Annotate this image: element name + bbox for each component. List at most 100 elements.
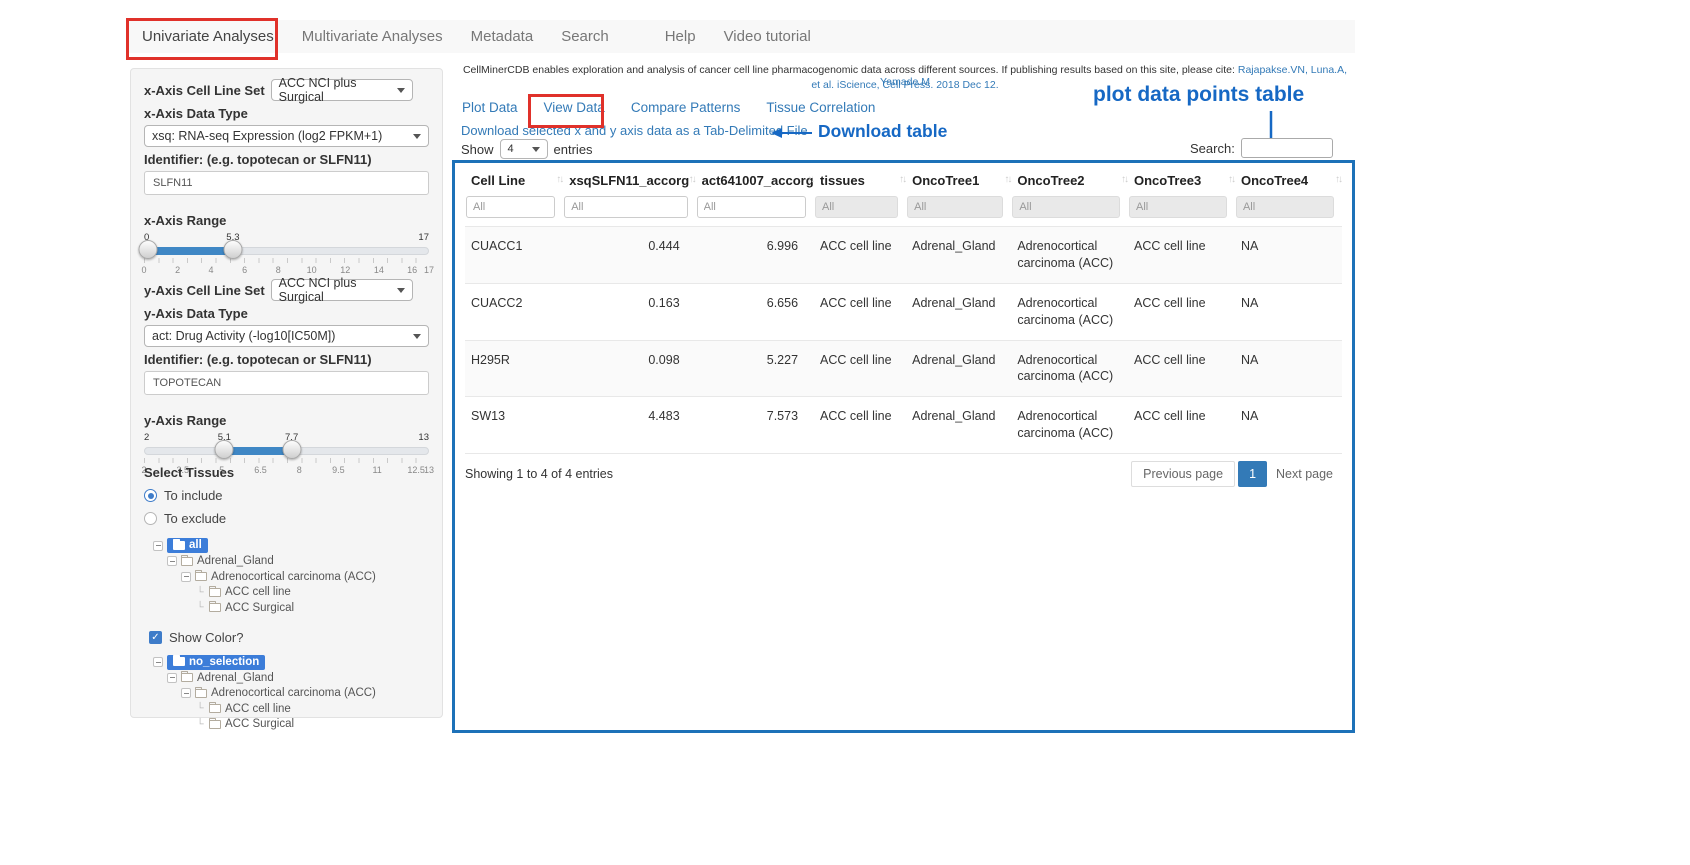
x-data-type-label: x-Axis Data Type <box>144 106 429 121</box>
col-header-tissues[interactable]: tissues↑↓ <box>814 163 906 195</box>
radio-selected-icon <box>144 489 157 502</box>
folder-icon <box>209 603 221 612</box>
y-identifier-input[interactable] <box>144 371 429 395</box>
tree-node-adrenal-gland[interactable]: Adrenal_Gland <box>167 670 429 686</box>
x-axis-section: x-Axis Cell Line Set ACC NCI plus Surgic… <box>144 79 429 284</box>
collapse-icon[interactable] <box>181 572 191 582</box>
folder-icon <box>209 704 221 713</box>
nav-metadata[interactable]: Metadata <box>457 28 548 45</box>
tree-leaf-acc-surgical[interactable]: └ ACC Surgical <box>195 600 429 616</box>
tissues-include-radio[interactable]: To include <box>144 488 429 503</box>
x-identifier-input[interactable] <box>144 171 429 195</box>
act-cell: 7.573 <box>696 397 814 454</box>
tree-node-label: ACC cell line <box>225 703 291 715</box>
chevron-down-icon <box>532 147 540 152</box>
show-color-checkbox[interactable]: Show Color? <box>149 630 429 645</box>
tree-node-all[interactable]: all <box>153 538 429 554</box>
collapse-icon[interactable] <box>153 657 163 667</box>
col-header-cell-line[interactable]: Cell Line↑↓ <box>465 163 563 195</box>
nav-univariate-analyses[interactable]: Univariate Analyses <box>128 28 288 45</box>
col-header-oncotree3[interactable]: OncoTree3↑↓ <box>1128 163 1235 195</box>
collapse-icon[interactable] <box>167 556 177 566</box>
table-row: H295R 0.098 5.227 ACC cell line Adrenal_… <box>465 340 1342 397</box>
x-cell-line-set-value: ACC NCI plus Surgical <box>279 76 391 104</box>
tree-node-label: Adrenocortical carcinoma (ACC) <box>211 571 376 583</box>
tree-node-acc[interactable]: Adrenocortical carcinoma (ACC) <box>181 686 429 702</box>
tick-label: 17 <box>424 265 434 275</box>
tick-label: 14 <box>374 265 384 275</box>
collapse-icon[interactable] <box>153 541 163 551</box>
folder-icon <box>173 541 185 550</box>
oncotree1-cell: Adrenal_Gland <box>906 283 1011 340</box>
tab-tissue-correlation[interactable]: Tissue Correlation <box>766 100 875 115</box>
y-slider-handle-to[interactable] <box>282 440 301 459</box>
page-length-select[interactable]: 4 <box>500 139 548 159</box>
tree-connector-icon: └ <box>195 719 205 730</box>
col-header-act[interactable]: act641007_accorg↑↓ <box>696 163 814 195</box>
tick-label: 6 <box>242 265 247 275</box>
nav-video-tutorial[interactable]: Video tutorial <box>710 28 825 45</box>
tab-plot-data[interactable]: Plot Data <box>462 100 518 115</box>
filter-input-act[interactable] <box>697 196 806 218</box>
y-range-max-value: 13 <box>418 432 429 443</box>
filter-row <box>465 195 1342 227</box>
col-header-oncotree2[interactable]: OncoTree2↑↓ <box>1011 163 1128 195</box>
chevron-down-icon <box>413 334 421 339</box>
col-header-oncotree4[interactable]: OncoTree4↑↓ <box>1235 163 1342 195</box>
cell-line-cell: H295R <box>465 340 563 397</box>
y-slider-handle-from[interactable] <box>215 440 234 459</box>
filter-input-xsq[interactable] <box>564 196 687 218</box>
tick-label: 16 <box>407 265 417 275</box>
pagination: Previous page 1 Next page <box>1131 461 1342 487</box>
page-1-button[interactable]: 1 <box>1238 461 1267 487</box>
y-slider-grid <box>144 458 429 463</box>
tree-leaf-acc-cell-line[interactable]: └ ACC cell line <box>195 585 429 601</box>
nav-help[interactable]: Help <box>651 28 710 45</box>
filter-input-cell-line[interactable] <box>466 196 555 218</box>
filter-input-oncotree1 <box>907 196 1003 218</box>
oncotree2-cell: Adrenocortical carcinoma (ACC) <box>1011 397 1128 454</box>
x-data-type-select[interactable]: xsq: RNA-seq Expression (log2 FPKM+1) <box>144 125 429 147</box>
tree-leaf-acc-cell-line[interactable]: └ ACC cell line <box>195 701 429 717</box>
tissue-tree-color: no_selection Adrenal_Gland Adrenocortica… <box>144 655 429 733</box>
table-search-input[interactable] <box>1241 138 1333 158</box>
filter-input-oncotree3 <box>1129 196 1227 218</box>
x-data-type-value: xsq: RNA-seq Expression (log2 FPKM+1) <box>152 129 382 143</box>
tree-leaf-acc-surgical[interactable]: └ ACC Surgical <box>195 717 429 733</box>
plot-data-points-table-region: Cell Line↑↓ xsqSLFN11_accorg↑↓ act641007… <box>452 160 1355 733</box>
citation-text: CellMinerCDB enables exploration and ana… <box>463 64 1238 76</box>
tree-node-adrenal-gland[interactable]: Adrenal_Gland <box>167 554 429 570</box>
header-row: Cell Line↑↓ xsqSLFN11_accorg↑↓ act641007… <box>465 163 1342 195</box>
xsq-cell: 0.163 <box>563 283 695 340</box>
collapse-icon[interactable] <box>181 688 191 698</box>
y-cell-line-set-select[interactable]: ACC NCI plus Surgical <box>271 279 413 301</box>
download-tab-delimited-link[interactable]: Download selected x and y axis data as a… <box>461 123 808 138</box>
sort-icon: ↑↓ <box>899 174 905 185</box>
col-header-oncotree1[interactable]: OncoTree1↑↓ <box>906 163 1011 195</box>
x-cell-line-set-select[interactable]: ACC NCI plus Surgical <box>271 79 413 101</box>
folder-icon <box>195 689 207 698</box>
tree-node-acc[interactable]: Adrenocortical carcinoma (ACC) <box>181 569 429 585</box>
sort-icon: ↑↓ <box>1228 174 1234 185</box>
oncotree2-cell: Adrenocortical carcinoma (ACC) <box>1011 227 1128 284</box>
sort-icon: ↑↓ <box>689 174 695 185</box>
x-slider-handle-from[interactable] <box>139 240 158 259</box>
tissues-exclude-radio[interactable]: To exclude <box>144 511 429 526</box>
y-data-type-select[interactable]: act: Drug Activity (-log10[IC50M]) <box>144 325 429 347</box>
nav-multivariate-analyses[interactable]: Multivariate Analyses <box>288 28 457 45</box>
oncotree2-cell: Adrenocortical carcinoma (ACC) <box>1011 283 1128 340</box>
nav-search[interactable]: Search <box>547 28 623 45</box>
col-header-xsq[interactable]: xsqSLFN11_accorg↑↓ <box>563 163 695 195</box>
select-tissues-title: Select Tissues <box>144 465 429 480</box>
y-data-type-label: y-Axis Data Type <box>144 306 429 321</box>
controls-sidebar: x-Axis Cell Line Set ACC NCI plus Surgic… <box>130 68 443 718</box>
tree-node-no-selection[interactable]: no_selection <box>153 655 429 671</box>
sort-icon: ↑↓ <box>1004 174 1010 185</box>
checkbox-checked-icon <box>149 631 162 644</box>
x-slider-handle-to[interactable] <box>223 240 242 259</box>
previous-page-button[interactable]: Previous page <box>1131 461 1235 487</box>
tab-view-data[interactable]: View Data <box>544 100 605 115</box>
next-page-button[interactable]: Next page <box>1267 462 1342 486</box>
collapse-icon[interactable] <box>167 673 177 683</box>
tab-compare-patterns[interactable]: Compare Patterns <box>631 100 741 115</box>
